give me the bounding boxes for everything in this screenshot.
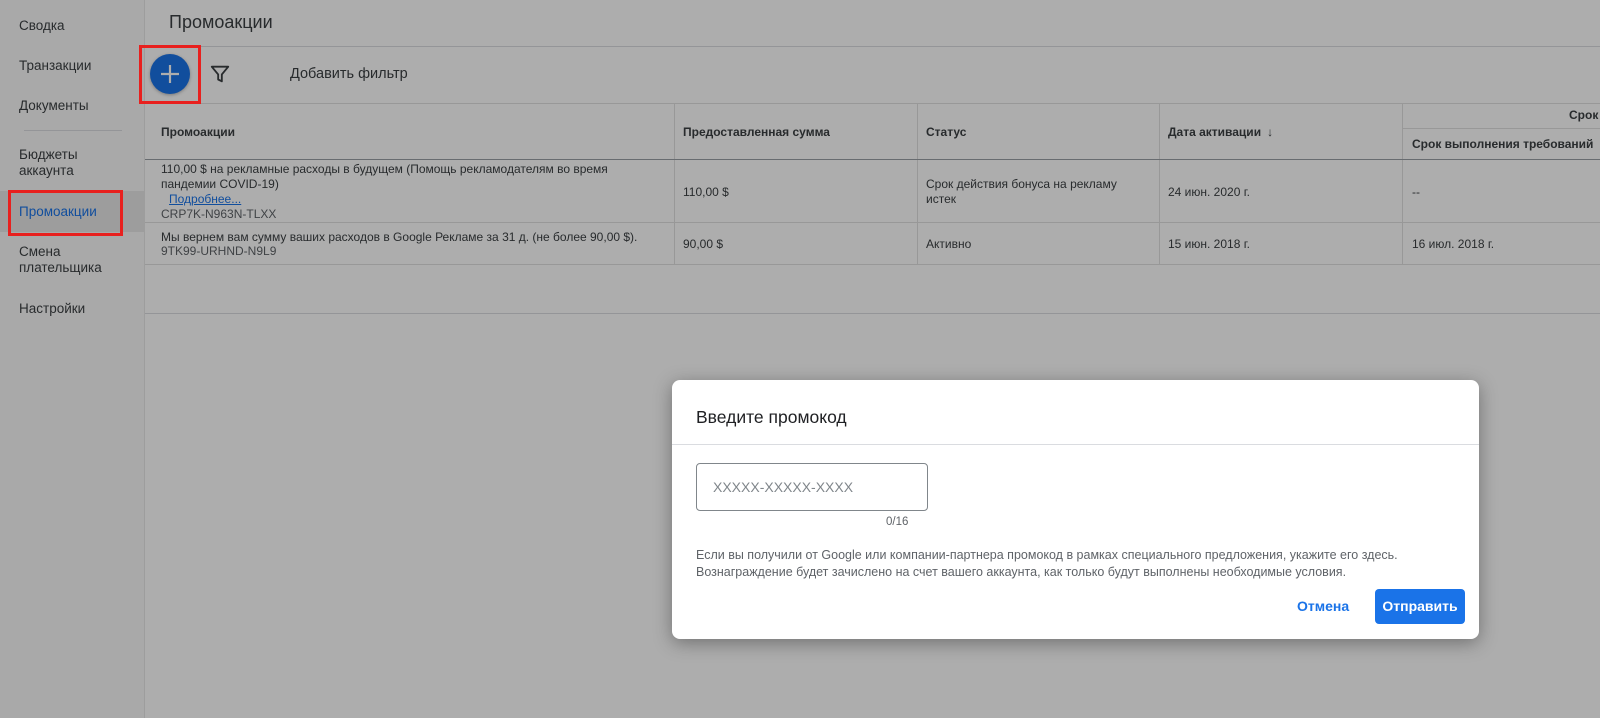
submit-button[interactable]: Отправить xyxy=(1375,589,1465,624)
dialog-description: Если вы получили от Google или компании-… xyxy=(696,547,1456,580)
char-counter: 0/16 xyxy=(886,516,909,528)
highlight-add-button xyxy=(139,45,201,104)
highlight-promotions-nav xyxy=(8,190,123,236)
dialog-title: Введите промокод xyxy=(696,407,847,427)
dialog-description-line: Вознаграждение будет зачислено на счет в… xyxy=(696,564,1347,579)
dialog-description-line: Если вы получили от Google или компании-… xyxy=(696,548,1398,562)
promo-code-dialog: Введите промокод 0/16 Если вы получили о… xyxy=(672,380,1479,639)
cancel-button[interactable]: Отмена xyxy=(1297,598,1349,614)
promo-code-input[interactable] xyxy=(696,463,928,511)
dialog-divider xyxy=(672,444,1479,445)
